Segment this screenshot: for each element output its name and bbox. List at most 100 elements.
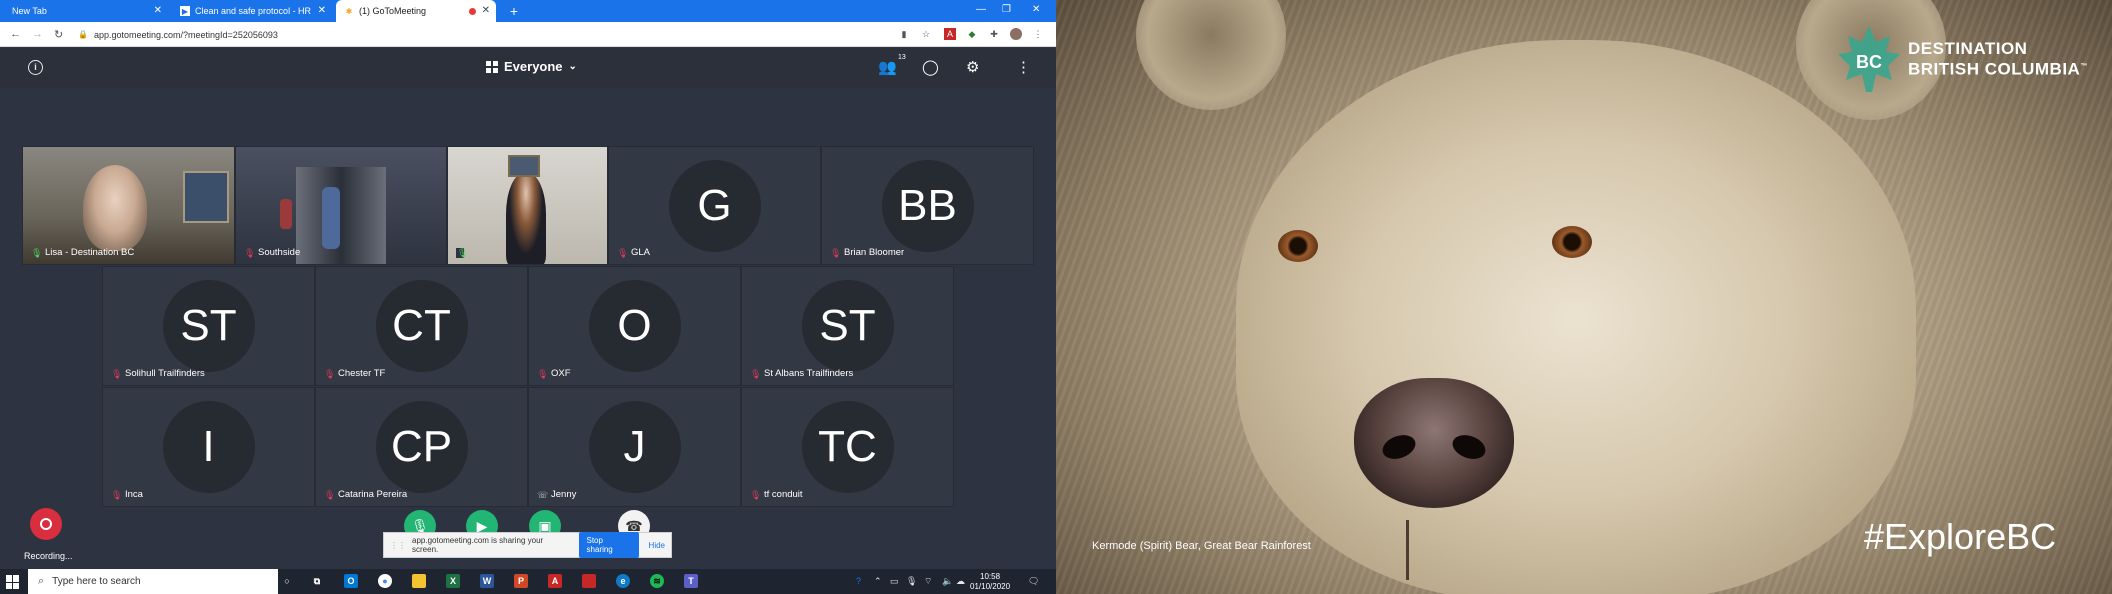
task-view-icon[interactable]: ⧉ bbox=[310, 574, 324, 588]
participant-name-row: 🎙 bbox=[456, 248, 470, 258]
info-icon[interactable]: i bbox=[28, 60, 43, 75]
record-button[interactable] bbox=[30, 508, 62, 540]
minimize-icon[interactable]: — bbox=[976, 4, 986, 15]
participant-tile[interactable]: ST 🎙 Solihull Trailfinders bbox=[102, 266, 315, 386]
volume-icon[interactable]: 🔈 bbox=[942, 576, 953, 587]
participant-tile[interactable]: G 🎙 GLA bbox=[608, 146, 821, 265]
stop-sharing-button[interactable]: Stop sharing bbox=[578, 532, 639, 558]
participant-tile[interactable]: 🎙 Lisa - Destination BC bbox=[22, 146, 235, 265]
initials-avatar: ST bbox=[801, 280, 894, 372]
chevron-down-icon: ⌄ bbox=[568, 61, 577, 72]
chrome-icon[interactable]: ● bbox=[378, 574, 392, 588]
participant-name: tf conduit bbox=[764, 489, 803, 500]
puzzle-extensions-icon[interactable]: ✚ bbox=[988, 28, 1000, 40]
taskbar-clock[interactable]: 10:58 01/10/2020 bbox=[970, 572, 1010, 592]
initials-avatar: BB bbox=[881, 159, 974, 252]
maximize-icon[interactable]: ❐ bbox=[1002, 4, 1011, 15]
logo-text: DESTINATION BRITISH COLUMBIA™ bbox=[1908, 39, 2088, 79]
drag-handle-icon[interactable]: ⋮⋮ bbox=[390, 541, 406, 550]
initials-avatar: TC bbox=[801, 401, 894, 493]
acrobat-icon[interactable]: A bbox=[548, 574, 562, 588]
cortana-icon[interactable]: ○ bbox=[280, 574, 294, 588]
settings-gear-icon[interactable]: ⚙ bbox=[966, 58, 979, 76]
close-icon[interactable]: ✕ bbox=[318, 5, 326, 16]
tray-device-icon[interactable]: ▭ bbox=[890, 576, 899, 587]
pdf-icon[interactable] bbox=[582, 574, 596, 588]
notifications-icon[interactable]: 🗨 bbox=[1028, 576, 1039, 587]
participant-tile[interactable]: J ☏ Jenny bbox=[528, 387, 741, 507]
view-selector[interactable]: Everyone ⌄ bbox=[486, 59, 577, 74]
taskbar-search[interactable]: ⌕ Type here to search bbox=[28, 569, 278, 594]
spotify-icon[interactable]: ≋ bbox=[650, 574, 664, 588]
cloud-icon[interactable]: ☁ bbox=[956, 576, 965, 587]
star-icon[interactable]: ☆ bbox=[920, 28, 932, 40]
participant-tile[interactable]: BB 🎙 Brian Bloomer bbox=[821, 146, 1034, 265]
tray-mic-icon[interactable]: 🎙 bbox=[906, 576, 917, 587]
close-icon[interactable]: ✕ bbox=[154, 5, 162, 16]
window-close-icon[interactable]: ✕ bbox=[1032, 4, 1040, 15]
svg-text:BC: BC bbox=[1856, 52, 1882, 72]
clock-time: 10:58 bbox=[980, 572, 1001, 581]
tab-clean-safe[interactable]: ▶ Clean and safe protocol - HRS C ✕ bbox=[172, 0, 332, 22]
back-arrow-icon[interactable]: ← bbox=[10, 28, 21, 40]
edge-icon[interactable]: e bbox=[616, 574, 630, 588]
lock-icon: 🔒 bbox=[78, 30, 88, 39]
meeting-toolbar: i Everyone ⌄ 👥 13 ◯ ⚙ ⋮ bbox=[0, 48, 1056, 88]
muted-mic-icon: 🎙 bbox=[750, 489, 762, 500]
participant-tile[interactable]: CP 🎙 Catarina Pereira bbox=[315, 387, 528, 507]
hide-button[interactable]: Hide bbox=[649, 541, 665, 550]
reload-icon[interactable]: ↻ bbox=[54, 28, 63, 41]
camera-icon[interactable]: ▮ bbox=[898, 28, 910, 40]
muted-mic-icon: 🎙 bbox=[617, 247, 629, 258]
participant-tile[interactable]: CT 🎙 Chester TF bbox=[315, 266, 528, 386]
help-icon[interactable]: ? bbox=[856, 576, 861, 586]
attendees-icon[interactable]: 👥 bbox=[878, 58, 897, 76]
excel-icon[interactable]: X bbox=[446, 574, 460, 588]
kebab-menu-icon[interactable]: ⋮ bbox=[1032, 28, 1044, 40]
browser-window: New Tab ✕ ▶ Clean and safe protocol - HR… bbox=[0, 0, 1056, 594]
tab-title: (1) GoToMeeting bbox=[359, 6, 427, 16]
logo-trademark: ™ bbox=[2080, 62, 2088, 70]
muted-mic-icon: 🎙 bbox=[324, 368, 336, 379]
participant-name: Solihull Trailfinders bbox=[125, 368, 205, 379]
search-placeholder: Type here to search bbox=[52, 576, 141, 587]
network-icon[interactable]: ⌔ bbox=[924, 576, 932, 587]
participant-tile[interactable]: 🎙 Southside bbox=[235, 146, 447, 265]
initials-avatar: ST bbox=[162, 280, 255, 372]
windows-start-icon[interactable] bbox=[6, 575, 20, 589]
participant-tile[interactable]: I 🎙 Inca bbox=[102, 387, 315, 507]
pdf-extension-icon[interactable]: A bbox=[944, 28, 956, 40]
forward-arrow-icon[interactable]: → bbox=[32, 28, 43, 40]
photo-caption: Kermode (Spirit) Bear, Great Bear Rainfo… bbox=[1092, 540, 1311, 552]
powerpoint-icon[interactable]: P bbox=[514, 574, 528, 588]
chat-icon[interactable]: ◯ bbox=[922, 58, 939, 76]
word-icon[interactable]: W bbox=[480, 574, 494, 588]
close-icon[interactable]: ✕ bbox=[482, 5, 490, 16]
gotomeeting-favicon-icon: ✱ bbox=[345, 6, 353, 16]
tab-gotomeeting[interactable]: ✱ (1) GoToMeeting ✕ bbox=[336, 0, 496, 22]
url-field[interactable]: 🔒 app.gotomeeting.com/?meetingId=2520560… bbox=[78, 25, 908, 44]
more-options-icon[interactable]: ⋮ bbox=[1016, 58, 1031, 76]
new-tab-plus-icon[interactable]: + bbox=[506, 3, 522, 19]
participant-tile[interactable]: 🎙 bbox=[447, 146, 608, 265]
bear-eye bbox=[1552, 226, 1592, 258]
participant-tile[interactable]: TC 🎙 tf conduit bbox=[741, 387, 954, 507]
profile-avatar-icon[interactable] bbox=[1010, 28, 1022, 40]
participant-tile[interactable]: O 🎙 OXF bbox=[528, 266, 741, 386]
participant-name: Southside bbox=[258, 247, 301, 258]
initials-avatar: G bbox=[668, 159, 761, 252]
shield-extension-icon[interactable]: ◆ bbox=[966, 28, 978, 40]
muted-mic-icon: 🎙 bbox=[324, 489, 336, 500]
bear-nose bbox=[1354, 378, 1514, 508]
participant-name-row: 🎙 Inca bbox=[111, 489, 143, 500]
tray-chevron-up-icon[interactable]: ⌃ bbox=[874, 576, 882, 587]
nostril bbox=[1449, 430, 1489, 464]
muted-mic-icon: 🎙 bbox=[111, 368, 123, 379]
file-explorer-icon[interactable] bbox=[412, 574, 426, 588]
site-favicon-icon: ▶ bbox=[180, 6, 190, 16]
participant-name: Lisa - Destination BC bbox=[45, 247, 135, 258]
tab-new-tab[interactable]: New Tab ✕ bbox=[4, 0, 168, 22]
teams-icon[interactable]: T bbox=[684, 574, 698, 588]
participant-tile[interactable]: ST 🎙 St Albans Trailfinders bbox=[741, 266, 954, 386]
outlook-icon[interactable]: O bbox=[344, 574, 358, 588]
